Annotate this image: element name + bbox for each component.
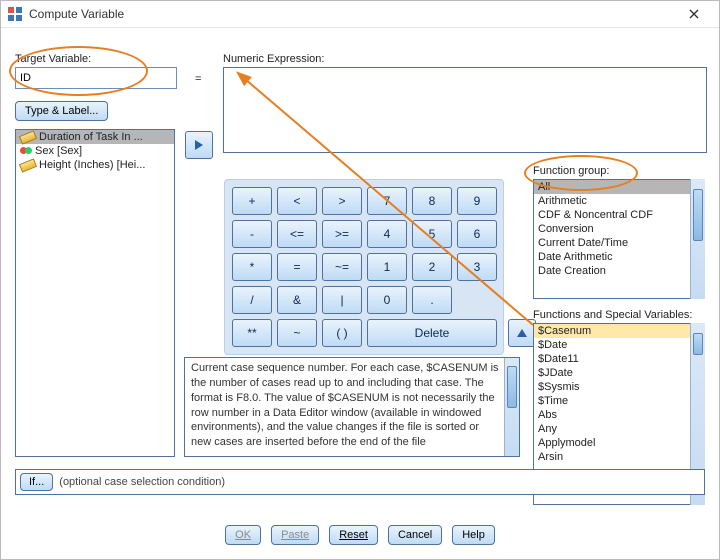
variable-label: Duration of Task In ... (39, 131, 143, 143)
keypad-button[interactable]: - (232, 220, 272, 248)
description-text: Current case sequence number. For each c… (191, 362, 499, 448)
paste-button[interactable]: Paste (271, 525, 319, 545)
reset-button[interactable]: Reset (329, 525, 378, 545)
keypad-button[interactable]: ** (232, 319, 272, 347)
keypad-button[interactable]: > (322, 187, 362, 215)
list-item[interactable]: $JDate (534, 366, 704, 380)
ok-button[interactable]: OK (225, 525, 261, 545)
variable-label: Sex [Sex] (35, 145, 82, 157)
list-item[interactable]: Duration of Task In ... (16, 130, 174, 144)
functions-special-label: Functions and Special Variables: (533, 309, 692, 321)
keypad-button[interactable]: 5 (412, 220, 452, 248)
keypad-delete-button[interactable]: Delete (367, 319, 497, 347)
scale-icon (19, 158, 37, 172)
arrow-up-icon (515, 326, 529, 340)
keypad-button[interactable]: + (232, 187, 272, 215)
numeric-expression-label: Numeric Expression: (223, 53, 324, 65)
list-item[interactable]: Applymodel (534, 436, 704, 450)
nominal-icon (20, 145, 32, 157)
if-row: If... (optional case selection condition… (15, 469, 705, 495)
list-item[interactable]: Arsin (534, 450, 704, 464)
close-button[interactable] (675, 3, 713, 25)
function-group-label: Function group: (533, 165, 609, 177)
compute-variable-dialog: Compute Variable Target Variable: = Nume… (0, 0, 720, 560)
keypad-button[interactable]: 4 (367, 220, 407, 248)
type-and-label-button[interactable]: Type & Label... (15, 101, 108, 121)
help-button[interactable]: Help (452, 525, 495, 545)
keypad-button[interactable]: 0 (367, 286, 407, 314)
keypad-button[interactable]: . (412, 286, 452, 314)
list-item[interactable]: Date Creation (534, 264, 704, 278)
keypad-button[interactable]: & (277, 286, 317, 314)
keypad-button[interactable]: 1 (367, 253, 407, 281)
list-item[interactable]: Arithmetic (534, 194, 704, 208)
operator-keypad: +<>789 -<=>=456 *=~=123 /&|0. **~( )Delete (224, 179, 504, 355)
function-group-list[interactable]: AllArithmeticCDF & Noncentral CDFConvers… (533, 179, 705, 299)
list-item[interactable]: Date Arithmetic (534, 250, 704, 264)
target-variable-label: Target Variable: (15, 53, 91, 65)
keypad-button[interactable]: ( ) (322, 319, 362, 347)
scale-icon (19, 130, 37, 144)
keypad-button[interactable]: 9 (457, 187, 497, 215)
keypad-button[interactable]: 2 (412, 253, 452, 281)
dialog-content: Target Variable: = Numeric Expression: T… (9, 31, 711, 551)
scrollbar[interactable] (504, 358, 519, 456)
keypad-button[interactable]: | (322, 286, 362, 314)
variable-label: Height (Inches) [Hei... (39, 159, 145, 171)
if-button[interactable]: If... (20, 473, 53, 491)
keypad-button[interactable]: * (232, 253, 272, 281)
arrow-right-icon (192, 138, 206, 152)
keypad-button[interactable]: = (277, 253, 317, 281)
keypad-button[interactable]: ~ (277, 319, 317, 347)
numeric-expression-input[interactable] (223, 67, 707, 153)
keypad-button[interactable]: <= (277, 220, 317, 248)
keypad-button[interactable]: ~= (322, 253, 362, 281)
app-icon (7, 6, 23, 22)
list-item[interactable]: $Casenum (534, 324, 704, 338)
move-to-expression-button[interactable] (185, 131, 213, 159)
list-item[interactable]: $Time (534, 394, 704, 408)
list-item[interactable]: $Date (534, 338, 704, 352)
list-item[interactable]: Conversion (534, 222, 704, 236)
keypad-button[interactable]: 7 (367, 187, 407, 215)
variables-list[interactable]: Duration of Task In ... Sex [Sex] Height… (15, 129, 175, 457)
function-description: Current case sequence number. For each c… (184, 357, 520, 457)
list-item[interactable]: Sex [Sex] (16, 144, 174, 158)
list-item[interactable]: $Sysmis (534, 380, 704, 394)
scrollbar[interactable] (690, 179, 705, 299)
list-item[interactable]: Height (Inches) [Hei... (16, 158, 174, 172)
if-condition-text: (optional case selection condition) (59, 476, 225, 488)
keypad-button[interactable]: < (277, 187, 317, 215)
list-item[interactable]: Any (534, 422, 704, 436)
dialog-buttons: OK Paste Reset Cancel Help (9, 525, 711, 545)
keypad-button[interactable]: >= (322, 220, 362, 248)
list-item[interactable]: Abs (534, 408, 704, 422)
keypad-button[interactable]: / (232, 286, 272, 314)
list-item[interactable]: Current Date/Time (534, 236, 704, 250)
keypad-button[interactable]: 8 (412, 187, 452, 215)
target-variable-input[interactable] (15, 67, 177, 89)
title-text: Compute Variable (29, 7, 675, 21)
cancel-button[interactable]: Cancel (388, 525, 442, 545)
list-item[interactable]: All (534, 180, 704, 194)
list-item[interactable]: CDF & Noncentral CDF (534, 208, 704, 222)
title-bar: Compute Variable (1, 1, 719, 28)
keypad-button[interactable]: 6 (457, 220, 497, 248)
list-item[interactable]: $Date11 (534, 352, 704, 366)
keypad-button[interactable]: 3 (457, 253, 497, 281)
equals-sign: = (195, 73, 201, 85)
insert-function-button[interactable] (508, 319, 536, 347)
